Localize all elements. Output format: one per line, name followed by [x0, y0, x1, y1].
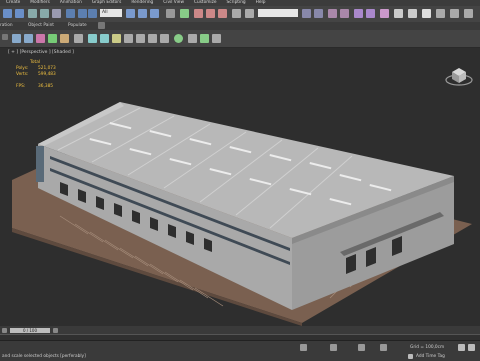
motion-icon[interactable] [48, 34, 57, 43]
align-icon[interactable] [314, 9, 323, 18]
viewport-layout-icon[interactable] [188, 34, 197, 43]
pivot-center-icon[interactable] [180, 9, 189, 18]
selection-lock-icon[interactable] [212, 34, 221, 43]
tab-modeling[interactable]: ration [0, 23, 13, 29]
utilities-icon[interactable] [74, 34, 83, 43]
status-prompt: and scale selected objects [perferably] [2, 354, 86, 359]
command-panel-icon[interactable] [12, 34, 21, 43]
render-production-icon[interactable] [422, 9, 431, 18]
entrance [36, 146, 44, 182]
edit-named-selection-icon[interactable] [245, 9, 254, 18]
schematic-view-icon[interactable] [366, 9, 375, 18]
perspective-viewport[interactable]: [ + ] [Perspective ] [Shaded ] Total Pol… [0, 48, 480, 326]
secondary-toolbar [0, 30, 480, 48]
time-tag-icon[interactable] [408, 354, 413, 359]
layer-explorer-icon[interactable] [328, 9, 337, 18]
x-coordinate-icon[interactable] [358, 344, 365, 351]
next-frame-icon[interactable] [53, 328, 58, 333]
spinner-snap-icon[interactable] [232, 9, 241, 18]
grid-size: Grid = 100,0cm [410, 345, 445, 350]
timeline: 0 / 100 [0, 326, 480, 341]
toolbar-overflow-icon[interactable] [464, 9, 473, 18]
add-time-tag[interactable]: Add Time Tag [416, 354, 445, 359]
snap-toggle-icon[interactable] [194, 9, 203, 18]
redo-icon[interactable] [15, 9, 24, 18]
select-by-name-icon[interactable] [78, 9, 87, 18]
select-and-scale-icon[interactable] [150, 9, 159, 18]
help-icon[interactable] [174, 34, 183, 43]
create-cameras-icon[interactable] [124, 34, 133, 43]
toggle-ribbon-icon[interactable] [340, 9, 349, 18]
rect-selection-icon[interactable] [88, 9, 97, 18]
percent-snap-icon[interactable] [218, 9, 227, 18]
create-spacewarps-icon[interactable] [148, 34, 157, 43]
unlink-icon[interactable] [40, 9, 49, 18]
main-toolbar: All [0, 6, 480, 23]
mirror-icon[interactable] [302, 9, 311, 18]
toolbar-handle-icon [2, 34, 8, 40]
reference-coordinate-icon[interactable] [166, 9, 175, 18]
select-object-icon[interactable] [66, 9, 75, 18]
display-icon[interactable] [60, 34, 69, 43]
ribbon-tabs: ration Object Paint Populate [0, 22, 480, 30]
time-slider[interactable]: 0 / 100 [10, 328, 50, 333]
create-systems-icon[interactable] [160, 34, 169, 43]
a360-gallery-icon[interactable] [450, 9, 459, 18]
warehouse-model[interactable] [0, 48, 480, 326]
curve-editor-icon[interactable] [354, 9, 363, 18]
select-and-move-icon[interactable] [126, 9, 135, 18]
isolate-selection-icon[interactable] [200, 34, 209, 43]
render-in-cloud-icon[interactable] [436, 9, 445, 18]
auto-key-icon[interactable] [458, 344, 465, 351]
create-geometry-icon[interactable] [88, 34, 97, 43]
bind-space-warp-icon[interactable] [52, 9, 61, 18]
render-setup-icon[interactable] [394, 9, 403, 18]
link-icon[interactable] [28, 9, 37, 18]
named-selection-sets-field[interactable] [258, 9, 298, 17]
lock-selection-icon[interactable] [300, 344, 307, 351]
select-and-rotate-icon[interactable] [138, 9, 147, 18]
set-key-icon[interactable] [468, 344, 475, 351]
material-editor-icon[interactable] [380, 9, 389, 18]
selection-filter-dropdown[interactable]: All [100, 9, 122, 17]
modify-panel-icon[interactable] [24, 34, 33, 43]
create-lights-icon[interactable] [112, 34, 121, 43]
tab-object-paint[interactable]: Object Paint [28, 23, 54, 29]
undo-icon[interactable] [3, 9, 12, 18]
ribbon-options-icon[interactable] [98, 22, 105, 29]
prev-frame-icon[interactable] [2, 328, 7, 333]
create-helpers-icon[interactable] [136, 34, 145, 43]
hierarchy-icon[interactable] [36, 34, 45, 43]
rendered-frame-window-icon[interactable] [408, 9, 417, 18]
tab-populate[interactable]: Populate [68, 23, 87, 29]
y-coordinate-icon[interactable] [380, 344, 387, 351]
angle-snap-icon[interactable] [206, 9, 215, 18]
absolute-mode-icon[interactable] [330, 344, 337, 351]
create-shapes-icon[interactable] [100, 34, 109, 43]
status-bar: Grid = 100,0cm and scale selected object… [0, 340, 480, 361]
